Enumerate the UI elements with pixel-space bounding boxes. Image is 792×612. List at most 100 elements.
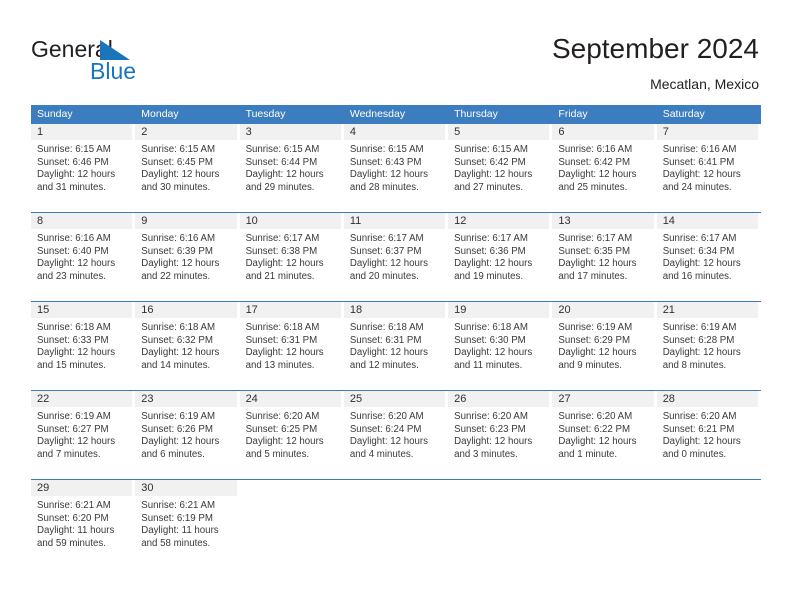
day-number: 13 (552, 213, 654, 229)
daylight-duration-line2: and 7 minutes. (37, 448, 101, 460)
day-details (657, 496, 758, 500)
general-blue-logo[interactable]: General Blue (31, 36, 211, 88)
day-cell-inner (344, 480, 445, 568)
sunset-time: Sunset: 6:30 PM (454, 334, 526, 346)
day-number: 14 (656, 213, 758, 229)
daylight-duration-line1: Daylight: 12 hours (141, 347, 220, 359)
sunset-time: Sunset: 6:31 PM (349, 334, 422, 346)
day-cell-inner: 23 Sunrise: 6:19 AM Sunset: 6:26 PM Dayligh… (135, 391, 237, 479)
calendar-day-cell[interactable]: 21 Sunrise: 6:19 AM Sunset: 6:28 PM Dayligh… (656, 302, 761, 390)
sunset-time: Sunset: 6:31 PM (245, 334, 318, 346)
calendar-week-cells: 29 Sunrise: 6:21 AM Sunset: 6:20 PM Dayligh… (31, 480, 761, 568)
daylight-duration-line1: Daylight: 12 hours (454, 258, 533, 270)
sunrise-time: Sunrise: 6:15 AM (141, 144, 216, 155)
day-of-week-header: Sunday Monday Tuesday Wednesday Thursday… (31, 105, 761, 124)
calendar-week-cells: 22 Sunrise: 6:19 AM Sunset: 6:27 PM Dayligh… (31, 391, 761, 479)
day-cell-inner: 1 Sunrise: 6:15 AM Sunset: 6:46 PM Daylight… (31, 124, 133, 212)
calendar-day-cell[interactable]: 25 Sunrise: 6:20 AM Sunset: 6:24 PM Dayligh… (343, 391, 449, 479)
calendar-empty-cell (656, 480, 761, 568)
calendar-day-cell[interactable]: 10 Sunrise: 6:17 AM Sunset: 6:38 PM Dayligh… (239, 213, 344, 301)
day-number: 22 (31, 391, 133, 407)
sunrise-time: Sunrise: 6:17 AM (349, 233, 424, 244)
day-number: 15 (31, 302, 133, 318)
calendar-day-cell[interactable]: 6 Sunrise: 6:16 AM Sunset: 6:42 PM Daylight… (552, 124, 657, 212)
calendar-day-cell[interactable]: 8 Sunrise: 6:16 AM Sunset: 6:40 PM Daylight… (31, 213, 136, 301)
daylight-duration-line2: and 31 minutes. (37, 181, 106, 193)
sunrise-time: Sunrise: 6:20 AM (662, 411, 737, 422)
day-cell-inner: 22 Sunrise: 6:19 AM Sunset: 6:27 PM Dayligh… (31, 391, 133, 479)
calendar-day-cell[interactable]: 5 Sunrise: 6:15 AM Sunset: 6:42 PM Daylight… (448, 124, 553, 212)
day-details: Sunrise: 6:17 AM Sunset: 6:38 PM Daylight:… (240, 229, 341, 283)
calendar-week-row: 1 Sunrise: 6:15 AM Sunset: 6:46 PM Daylight… (31, 124, 761, 212)
daylight-duration-line2: and 23 minutes. (37, 270, 106, 282)
logo-text-blue: Blue (90, 58, 137, 84)
calendar-grid: Sunday Monday Tuesday Wednesday Thursday… (31, 105, 761, 568)
day-cell-inner: 13 Sunrise: 6:17 AM Sunset: 6:35 PM Dayligh… (552, 213, 654, 301)
dow-saturday: Saturday (662, 108, 705, 120)
day-cell-inner: 14 Sunrise: 6:17 AM Sunset: 6:34 PM Dayligh… (656, 213, 758, 301)
sunset-time: Sunset: 6:27 PM (37, 423, 109, 435)
day-details: Sunrise: 6:20 AM Sunset: 6:25 PM Daylight:… (240, 407, 341, 461)
calendar-day-cell[interactable]: 3 Sunrise: 6:15 AM Sunset: 6:44 PM Daylight… (239, 124, 344, 212)
day-number: 11 (343, 213, 446, 229)
calendar-day-cell[interactable]: 12 Sunrise: 6:17 AM Sunset: 6:36 PM Dayligh… (448, 213, 553, 301)
daylight-duration-line2: and 20 minutes. (349, 270, 419, 282)
calendar-day-cell[interactable]: 1 Sunrise: 6:15 AM Sunset: 6:46 PM Daylight… (31, 124, 136, 212)
daylight-duration-line1: Daylight: 12 hours (558, 436, 637, 448)
sunset-time: Sunset: 6:36 PM (454, 245, 526, 257)
calendar-day-cell[interactable]: 27 Sunrise: 6:20 AM Sunset: 6:22 PM Dayligh… (552, 391, 657, 479)
calendar-day-cell[interactable]: 30 Sunrise: 6:21 AM Sunset: 6:19 PM Dayligh… (135, 480, 240, 568)
day-details: Sunrise: 6:16 AM Sunset: 6:39 PM Daylight:… (135, 229, 236, 283)
day-details: Sunrise: 6:15 AM Sunset: 6:46 PM Daylight:… (31, 140, 132, 194)
daylight-duration-line2: and 30 minutes. (141, 181, 211, 193)
daylight-duration-line1: Daylight: 12 hours (245, 169, 324, 181)
day-number (657, 480, 758, 496)
day-details: Sunrise: 6:20 AM Sunset: 6:21 PM Daylight:… (657, 407, 758, 461)
calendar-day-cell[interactable]: 19 Sunrise: 6:18 AM Sunset: 6:30 PM Dayligh… (448, 302, 553, 390)
sunrise-time: Sunrise: 6:20 AM (454, 411, 528, 422)
calendar-day-cell[interactable]: 18 Sunrise: 6:18 AM Sunset: 6:31 PM Dayligh… (343, 302, 449, 390)
day-details: Sunrise: 6:17 AM Sunset: 6:35 PM Daylight:… (552, 229, 653, 283)
calendar-day-cell[interactable]: 26 Sunrise: 6:20 AM Sunset: 6:23 PM Dayligh… (448, 391, 553, 479)
day-details (552, 496, 653, 500)
sunrise-time: Sunrise: 6:20 AM (349, 411, 424, 422)
day-number: 26 (448, 391, 550, 407)
calendar-day-cell[interactable]: 2 Sunrise: 6:15 AM Sunset: 6:45 PM Daylight… (135, 124, 240, 212)
day-details: Sunrise: 6:18 AM Sunset: 6:32 PM Daylight:… (135, 318, 236, 372)
dow-thursday: Thursday (454, 108, 498, 120)
calendar-day-cell[interactable]: 9 Sunrise: 6:16 AM Sunset: 6:39 PM Daylight… (135, 213, 240, 301)
day-cell-inner (657, 480, 758, 568)
calendar-day-cell[interactable]: 14 Sunrise: 6:17 AM Sunset: 6:34 PM Dayligh… (656, 213, 761, 301)
calendar-day-cell[interactable]: 24 Sunrise: 6:20 AM Sunset: 6:25 PM Dayligh… (239, 391, 344, 479)
calendar-day-cell[interactable]: 17 Sunrise: 6:18 AM Sunset: 6:31 PM Dayligh… (239, 302, 344, 390)
day-details: Sunrise: 6:15 AM Sunset: 6:44 PM Daylight:… (240, 140, 341, 194)
calendar-day-cell[interactable]: 4 Sunrise: 6:15 AM Sunset: 6:43 PM Daylight… (343, 124, 449, 212)
calendar-day-cell[interactable]: 7 Sunrise: 6:16 AM Sunset: 6:41 PM Daylight… (656, 124, 761, 212)
day-number: 3 (239, 124, 341, 140)
sunrise-time: Sunrise: 6:19 AM (558, 322, 633, 333)
sunset-time: Sunset: 6:28 PM (662, 334, 735, 346)
calendar-day-cell[interactable]: 16 Sunrise: 6:18 AM Sunset: 6:32 PM Dayligh… (135, 302, 240, 390)
day-number: 4 (343, 124, 446, 140)
calendar-day-cell[interactable]: 13 Sunrise: 6:17 AM Sunset: 6:35 PM Dayligh… (552, 213, 657, 301)
calendar-day-cell[interactable]: 28 Sunrise: 6:20 AM Sunset: 6:21 PM Dayligh… (656, 391, 761, 479)
calendar-day-cell[interactable]: 23 Sunrise: 6:19 AM Sunset: 6:26 PM Dayligh… (135, 391, 240, 479)
calendar-day-cell[interactable]: 22 Sunrise: 6:19 AM Sunset: 6:27 PM Dayligh… (31, 391, 136, 479)
day-number: 18 (343, 302, 446, 318)
sunset-time: Sunset: 6:42 PM (558, 156, 631, 168)
sunrise-time: Sunrise: 6:20 AM (558, 411, 633, 422)
calendar-day-cell[interactable]: 20 Sunrise: 6:19 AM Sunset: 6:29 PM Dayligh… (552, 302, 657, 390)
calendar-day-cell[interactable]: 11 Sunrise: 6:17 AM Sunset: 6:37 PM Dayligh… (343, 213, 449, 301)
sunrise-time: Sunrise: 6:16 AM (37, 233, 111, 244)
sunset-time: Sunset: 6:25 PM (245, 423, 318, 435)
daylight-duration-line1: Daylight: 12 hours (245, 347, 324, 359)
daylight-duration-line1: Daylight: 12 hours (349, 169, 428, 181)
day-number: 25 (343, 391, 446, 407)
day-details: Sunrise: 6:15 AM Sunset: 6:43 PM Daylight:… (344, 140, 445, 194)
calendar-day-cell[interactable]: 29 Sunrise: 6:21 AM Sunset: 6:20 PM Dayligh… (31, 480, 136, 568)
daylight-duration-line1: Daylight: 12 hours (454, 169, 533, 181)
calendar-day-cell[interactable]: 15 Sunrise: 6:18 AM Sunset: 6:33 PM Dayligh… (31, 302, 136, 390)
sunset-time: Sunset: 6:38 PM (245, 245, 318, 257)
day-cell-inner: 18 Sunrise: 6:18 AM Sunset: 6:31 PM Dayligh… (343, 302, 446, 390)
sunrise-time: Sunrise: 6:21 AM (37, 500, 111, 511)
